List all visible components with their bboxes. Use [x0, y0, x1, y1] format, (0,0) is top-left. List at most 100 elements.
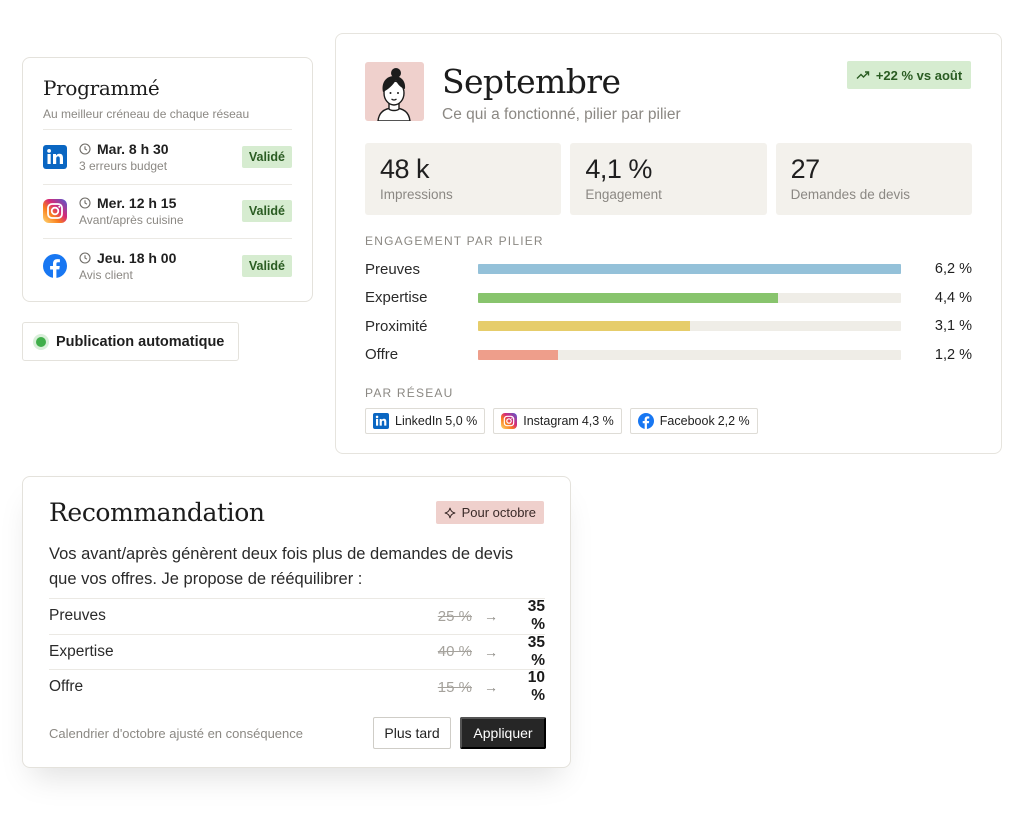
kpi-impressions: 48 k Impressions [365, 143, 562, 215]
arrow-right-icon: → [484, 679, 498, 696]
network-value: 4,3 % [581, 414, 614, 428]
network-chip-facebook[interactable]: Facebook 2,2 % [629, 408, 758, 434]
avatar [365, 62, 424, 121]
pillar-bars: Preuves 6,2 % Expertise 4,4 % Proximité … [365, 255, 972, 369]
network-chip-instagram[interactable]: Instagram 4,3 % [493, 408, 622, 434]
kpi-engagement: 4,1 % Engagement [570, 143, 767, 215]
pillar-bar-fill [478, 321, 690, 332]
scheduled-title: Programmé [43, 76, 160, 100]
network-name: Instagram [523, 414, 579, 428]
kpi-value: 48 k [380, 154, 430, 184]
facebook-icon [43, 253, 67, 278]
pillar-bar-fill [478, 292, 779, 303]
network-value: 2,2 % [717, 414, 750, 428]
linkedin-icon [373, 413, 389, 429]
kpi-label: Engagement [585, 187, 662, 202]
allocation-old: 25 % [437, 607, 472, 625]
report-title: Septembre [442, 62, 621, 101]
pillar-name: Proximité [365, 317, 428, 335]
network-chips: LinkedIn 5,0 % Instagram 4,3 % Facebook … [365, 408, 758, 434]
recommendation-tag-label: Pour octobre [461, 505, 536, 520]
facebook-icon [637, 413, 654, 429]
network-value: 5,0 % [445, 414, 478, 428]
clock-icon [79, 197, 91, 209]
pillar-name: Offre [365, 346, 399, 364]
allocation-new: 35 % [527, 633, 545, 669]
allocation-row: Offre 15 % → 10 % [49, 669, 545, 705]
status-badge: Validé [241, 254, 292, 277]
pillar-track [478, 349, 901, 360]
allocation-new: 10 % [527, 669, 545, 705]
allocation-old: 40 % [437, 643, 472, 661]
status-badge: Validé [241, 145, 292, 168]
pillar-name: Expertise [365, 289, 428, 307]
kpi-row: 48 k Impressions 4,1 % Engagement 27 Dem… [365, 143, 972, 215]
recommendation-card: Recommandation Pour octobre Vos avant/ap… [22, 476, 571, 768]
pillar-row: Proximité 3,1 % [365, 312, 972, 341]
pillar-track [478, 321, 901, 332]
allocation-new: 35 % [527, 598, 545, 634]
arrow-right-icon: → [484, 643, 498, 660]
auto-publish-toggle[interactable]: Publication automatique [22, 322, 239, 361]
trending-up-icon [856, 71, 870, 79]
network-name: LinkedIn [395, 414, 443, 428]
pillar-value: 6,2 % [934, 261, 972, 278]
recommendation-title: Recommandation [49, 498, 265, 527]
report-card: Septembre Ce qui a fonctionné, pilier pa… [335, 33, 1002, 454]
recommendation-footnote: Calendrier d'octobre ajusté en conséquen… [49, 726, 303, 741]
recommendation-tag: Pour octobre [435, 501, 544, 524]
pillar-value: 4,4 % [934, 289, 972, 306]
networks-heading: PAR RÉSEAU [365, 386, 454, 400]
pillar-bar-fill [478, 349, 559, 360]
pillar-name: Preuves [365, 260, 421, 278]
arrow-right-icon: → [484, 608, 498, 625]
pillar-value: 1,2 % [934, 346, 972, 363]
apply-button[interactable]: Appliquer [460, 717, 546, 749]
trend-value: +22 % vs août [875, 67, 963, 83]
kpi-label: Impressions [380, 187, 453, 202]
allocation-table: Preuves 25 % → 35 % Expertise 40 % → 35 … [49, 598, 545, 705]
kpi-value: 4,1 % [585, 154, 652, 184]
instagram-icon [501, 413, 518, 429]
allocation-old: 15 % [437, 678, 472, 696]
pillar-track [478, 292, 901, 303]
scheduled-post[interactable]: Mer. 12 h 15 Avant/après cuisine Validé [43, 183, 292, 239]
auto-publish-label: Publication automatique [56, 333, 225, 350]
allocation-row: Expertise 40 % → 35 % [49, 633, 545, 670]
recommendation-text: Vos avant/après génèrent deux fois plus … [49, 545, 514, 588]
allocation-pillar: Expertise [49, 642, 114, 660]
sparkle-icon [444, 507, 455, 518]
later-button[interactable]: Plus tard [373, 717, 451, 749]
post-time: Mar. 8 h 30 [97, 140, 169, 157]
pillar-bar-fill [478, 264, 901, 275]
clock-icon [79, 252, 91, 264]
pillar-value: 3,1 % [934, 318, 972, 335]
scheduled-card: Programmé Au meilleur créneau de chaque … [22, 57, 313, 302]
post-description: Avant/après cuisine [79, 213, 184, 228]
scheduled-post[interactable]: Mar. 8 h 30 3 erreurs budget Validé [43, 129, 292, 184]
kpi-value: 27 [790, 154, 821, 184]
status-badge: Validé [241, 200, 292, 223]
pillar-row: Expertise 4,4 % [365, 284, 972, 313]
post-description: Avis client [79, 267, 133, 282]
post-time: Jeu. 18 h 00 [97, 249, 177, 266]
pillars-heading: ENGAGEMENT PAR PILIER [365, 234, 544, 248]
kpi-label: Demandes de devis [790, 187, 910, 202]
allocation-row: Preuves 25 % → 35 % [49, 598, 545, 634]
scheduled-post[interactable]: Jeu. 18 h 00 Avis client Validé [43, 238, 292, 293]
report-subtitle: Ce qui a fonctionné, pilier par pilier [442, 106, 681, 123]
pillar-row: Offre 1,2 % [365, 341, 972, 370]
clock-icon [79, 143, 91, 155]
post-time: Mer. 12 h 15 [97, 195, 177, 212]
allocation-pillar: Offre [49, 678, 84, 696]
trend-badge: +22 % vs août [847, 61, 971, 89]
kpi-quote-requests: 27 Demandes de devis [775, 143, 972, 215]
instagram-icon [43, 199, 67, 224]
pillar-track [478, 264, 901, 275]
network-chip-linkedin[interactable]: LinkedIn 5,0 % [365, 408, 486, 434]
scheduled-subtitle: Au meilleur créneau de chaque réseau [43, 107, 250, 121]
pillar-row: Preuves 6,2 % [365, 255, 972, 284]
linkedin-icon [43, 144, 67, 169]
status-dot [36, 336, 46, 347]
allocation-pillar: Preuves [49, 607, 106, 625]
